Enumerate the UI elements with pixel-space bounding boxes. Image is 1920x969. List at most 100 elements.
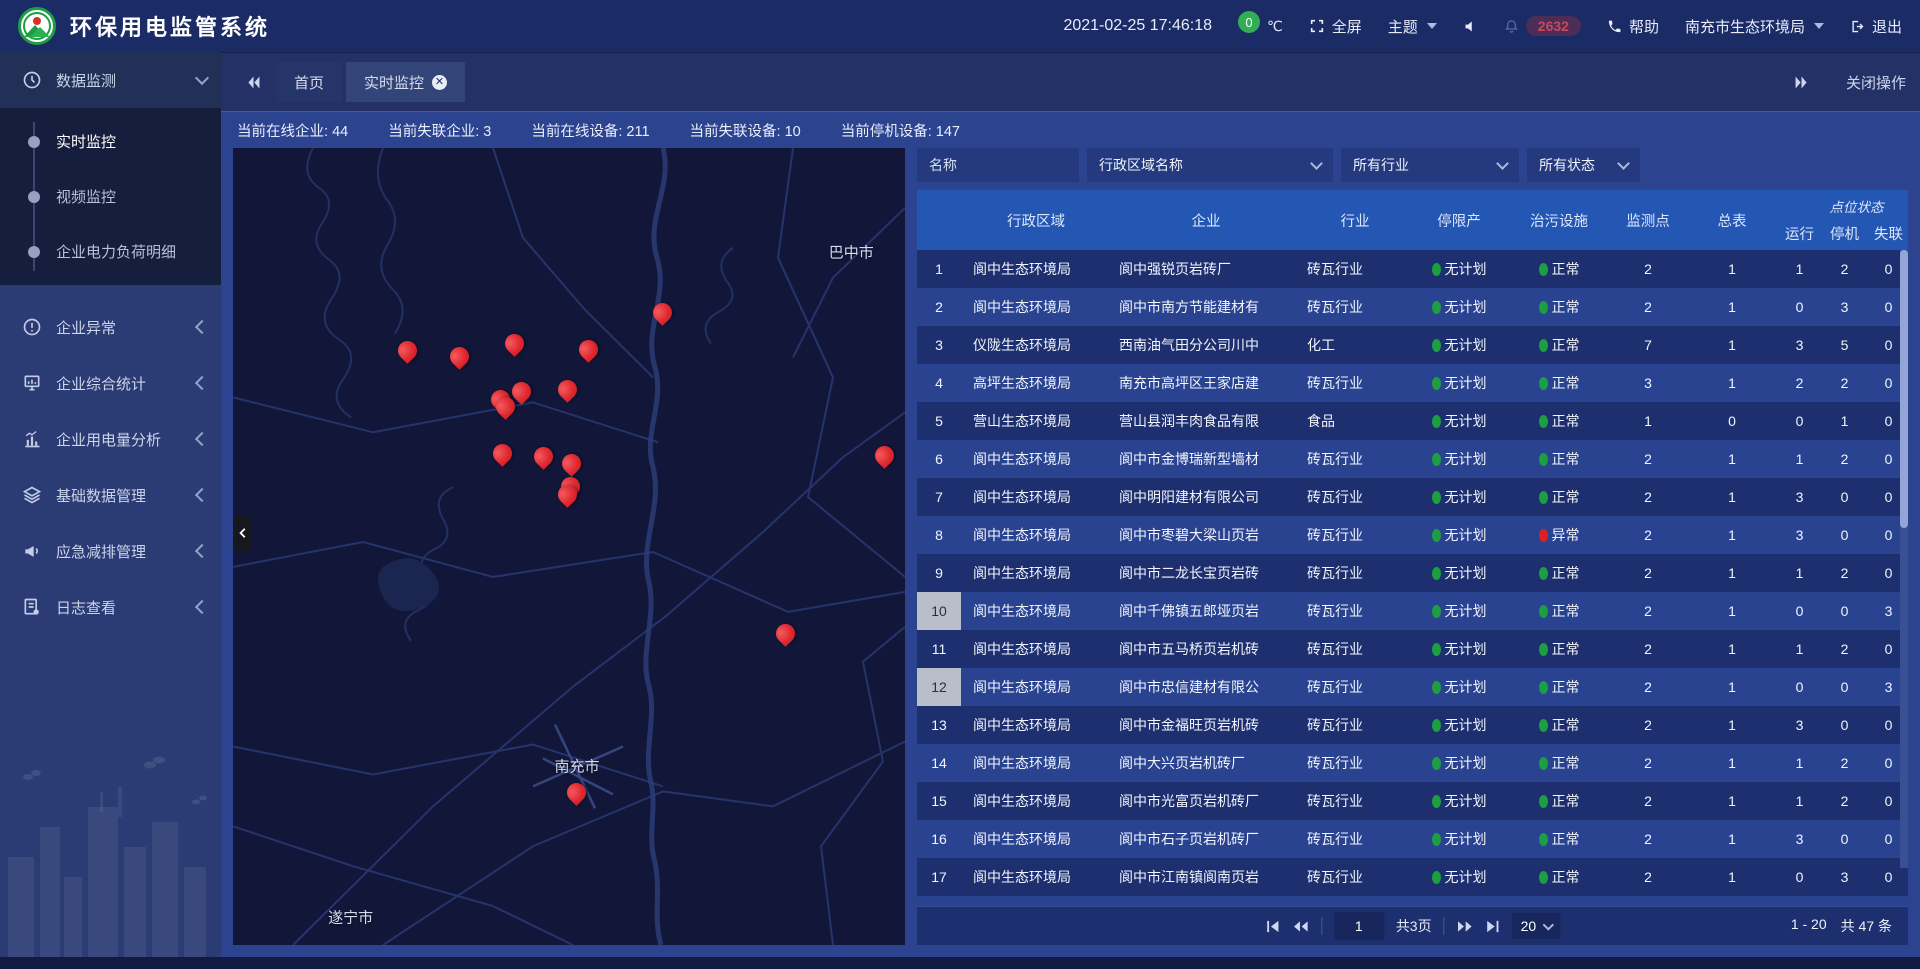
fullscreen-button[interactable]: 全屏 — [1309, 16, 1362, 37]
user-menu[interactable]: 南充市生态环境局 — [1685, 16, 1824, 37]
status-select[interactable]: 所有状态 — [1527, 148, 1640, 182]
page-number-input[interactable] — [1334, 912, 1384, 940]
status-dot-ok-icon — [1432, 795, 1441, 808]
table-row[interactable]: 15阆中生态环境局阆中市光富页岩机砖厂砖瓦行业无计划正常21120 — [917, 782, 1908, 820]
status-dot-ok-icon — [1432, 263, 1441, 276]
map-pin[interactable] — [394, 337, 421, 364]
map-pin[interactable] — [649, 299, 676, 326]
map-pin[interactable] — [772, 620, 799, 647]
map-pin[interactable] — [575, 336, 602, 363]
status-dot-ok-icon — [1432, 643, 1441, 656]
prev-page-button[interactable] — [1292, 919, 1309, 934]
row-index: 1 — [917, 250, 961, 288]
map-pin[interactable] — [501, 330, 528, 357]
sidebar-item-enterprise-anomaly[interactable]: 企业异常 — [0, 299, 221, 355]
region-select[interactable]: 行政区域名称 — [1087, 148, 1333, 182]
sidebar-item-realtime-monitoring[interactable]: 实时监控 — [0, 114, 221, 169]
pager-divider — [1444, 917, 1445, 935]
theme-button[interactable]: 主题 — [1388, 16, 1437, 37]
cell-limit-production: 无计划 — [1409, 867, 1509, 887]
table-row[interactable]: 6阆中生态环境局阆中市金博瑞新型墙材砖瓦行业无计划正常21120 — [917, 440, 1908, 478]
table-row[interactable]: 3仪陇生态环境局西南油气田分公司川中化工无计划正常71350 — [917, 326, 1908, 364]
tab-bar: 首页 实时监控 ✕ 关闭操作 — [221, 52, 1920, 111]
table-row[interactable]: 9阆中生态环境局阆中市二龙长宝页岩砖砖瓦行业无计划正常21120 — [917, 554, 1908, 592]
table-row[interactable]: 18南部生态环境局南部县弘化页岩有限公建材加工无计划正常60060 — [917, 896, 1908, 906]
cell-company: 阆中市南方节能建材有 — [1111, 297, 1301, 317]
cell-limit-production: 无计划 — [1409, 677, 1509, 697]
sidebar-item-power-load-detail[interactable]: 企业电力负荷明细 — [0, 224, 221, 279]
row-index: 10 — [917, 592, 961, 630]
map-collapse-handle[interactable] — [233, 515, 252, 551]
cell-limit-production: 无计划 — [1409, 411, 1509, 431]
table-row[interactable]: 17阆中生态环境局阆中市江南镇阆南页岩砖瓦行业无计划正常21030 — [917, 858, 1908, 896]
cell-pollution-facility: 正常 — [1509, 297, 1609, 317]
industry-select[interactable]: 所有行业 — [1341, 148, 1519, 182]
map-pin[interactable] — [446, 343, 473, 370]
tab-home[interactable]: 首页 — [276, 62, 342, 102]
map-panel[interactable]: 巴中市南充市遂宁市 — [233, 148, 905, 945]
table-row[interactable]: 14阆中生态环境局阆中大兴页岩机砖厂砖瓦行业无计划正常21120 — [917, 744, 1908, 782]
table-row[interactable]: 12阆中生态环境局阆中市忠信建材有限公砖瓦行业无计划正常21003 — [917, 668, 1908, 706]
sidebar-item-enterprise-statistics[interactable]: 企业综合统计 — [0, 355, 221, 411]
cell-industry: 砖瓦行业 — [1301, 715, 1409, 735]
tabs-scroll-left-button[interactable] — [235, 74, 272, 91]
status-dot-ok-icon — [1539, 453, 1548, 466]
name-search-input[interactable] — [917, 148, 1079, 182]
table-row[interactable]: 8阆中生态环境局阆中市枣碧大梁山页岩砖瓦行业无计划异常21300 — [917, 516, 1908, 554]
table-row[interactable]: 4高坪生态环境局南充市高坪区王家店建砖瓦行业无计划正常31220 — [917, 364, 1908, 402]
page-size-select[interactable]: 20 — [1513, 913, 1561, 939]
cell-industry: 砖瓦行业 — [1301, 259, 1409, 279]
table-row[interactable]: 13阆中生态环境局阆中市金福旺页岩机砖砖瓦行业无计划正常21300 — [917, 706, 1908, 744]
map-pin[interactable] — [558, 450, 585, 477]
tabs-scroll-right-button[interactable] — [1783, 74, 1820, 91]
table-row[interactable]: 10阆中生态环境局阆中千佛镇五郎垭页岩砖瓦行业无计划正常21003 — [917, 592, 1908, 630]
table-row[interactable]: 2阆中生态环境局阆中市南方节能建材有砖瓦行业无计划正常21030 — [917, 288, 1908, 326]
last-page-button[interactable] — [1486, 919, 1501, 934]
chevron-down-icon — [1496, 157, 1509, 170]
table-row[interactable]: 1阆中生态环境局阆中强锐页岩砖厂砖瓦行业无计划正常21120 — [917, 250, 1908, 288]
cell-stopped: 2 — [1822, 565, 1867, 581]
map-pin[interactable] — [530, 443, 557, 470]
sidebar-item-emergency-reduction[interactable]: 应急减排管理 — [0, 523, 221, 579]
bullet-dot-icon — [28, 136, 40, 148]
cell-industry: 砖瓦行业 — [1301, 297, 1409, 317]
sidebar-item-electricity-analysis[interactable]: 企业用电量分析 — [0, 411, 221, 467]
chevron-down-icon — [1427, 23, 1437, 29]
tab-realtime-monitoring[interactable]: 实时监控 ✕ — [346, 62, 465, 102]
speaker-icon — [1463, 19, 1478, 34]
cell-monitor-points: 2 — [1609, 793, 1687, 809]
sound-button[interactable] — [1463, 19, 1478, 34]
sidebar-item-data-monitoring[interactable]: 数据监测 — [0, 52, 221, 108]
status-dot-ok-icon — [1539, 339, 1548, 352]
map-pin[interactable] — [871, 442, 898, 469]
table-row[interactable]: 11阆中生态环境局阆中市五马桥页岩机砖砖瓦行业无计划正常21120 — [917, 630, 1908, 668]
map-pin[interactable] — [554, 376, 581, 403]
lost-devices-value: 10 — [785, 124, 801, 140]
notifications[interactable]: 2632 — [1504, 16, 1581, 36]
status-dot-ok-icon — [1539, 301, 1548, 314]
cell-limit-production: 无计划 — [1409, 563, 1509, 583]
logout-button[interactable]: 退出 — [1850, 16, 1902, 37]
table-row[interactable]: 16阆中生态环境局阆中市石子页岩机砖厂砖瓦行业无计划正常21300 — [917, 820, 1908, 858]
cell-running: 1 — [1777, 451, 1822, 467]
epa-logo-icon — [18, 7, 56, 45]
close-operations-button[interactable]: 关闭操作 — [1846, 72, 1906, 93]
sidebar-item-log-view[interactable]: 日志查看 — [0, 579, 221, 635]
sidebar-item-base-data-management[interactable]: 基础数据管理 — [0, 467, 221, 523]
table-row[interactable]: 7阆中生态环境局阆中明阳建材有限公司砖瓦行业无计划正常21300 — [917, 478, 1908, 516]
cell-monitor-points: 2 — [1609, 831, 1687, 847]
next-page-button[interactable] — [1457, 919, 1474, 934]
table-row[interactable]: 5营山生态环境局营山县润丰肉食品有限食品无计划正常10010 — [917, 402, 1908, 440]
header-run: 运行 — [1777, 223, 1822, 244]
close-tab-icon[interactable]: ✕ — [432, 75, 447, 90]
help-button[interactable]: 帮助 — [1607, 16, 1659, 37]
cell-company: 阆中千佛镇五郎垭页岩 — [1111, 601, 1301, 621]
cell-monitor-points: 2 — [1609, 261, 1687, 277]
sidebar-item-video-monitoring[interactable]: 视频监控 — [0, 169, 221, 224]
cell-industry: 食品 — [1301, 411, 1409, 431]
cell-monitor-points: 2 — [1609, 755, 1687, 771]
scrollbar-thumb[interactable] — [1900, 250, 1908, 528]
first-page-button[interactable] — [1265, 919, 1280, 934]
map-pin[interactable] — [563, 779, 590, 806]
map-pin[interactable] — [489, 440, 516, 467]
